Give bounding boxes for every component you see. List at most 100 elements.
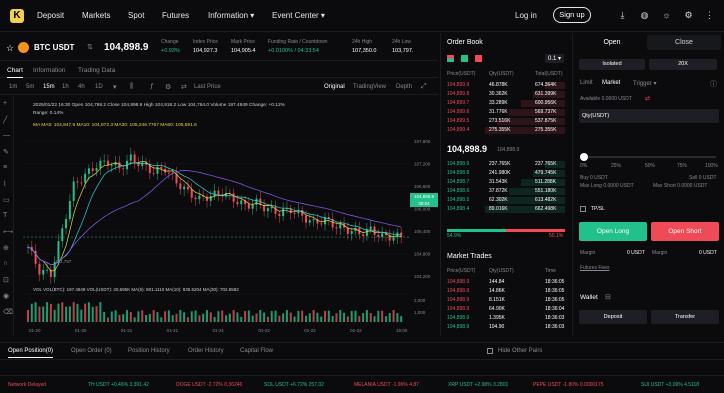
tab-open-position[interactable]: Open Position(0)	[8, 348, 54, 358]
measure-icon[interactable]: ⟷	[3, 228, 13, 236]
nav-deposit[interactable]: Deposit	[37, 11, 64, 20]
eye-icon[interactable]: ◉	[3, 292, 9, 300]
futures-fees-link[interactable]: Futures Fees	[580, 265, 609, 271]
deposit-button[interactable]: Deposit	[579, 310, 647, 324]
pair-name[interactable]: BTC USDT	[34, 43, 74, 52]
signup-button[interactable]: Sign up	[553, 7, 591, 23]
price-chart[interactable]: 2025/01/22 16:30 Open 104,768.2 Close 10…	[15, 96, 438, 336]
zoom-icon[interactable]: ⊕	[3, 244, 9, 252]
interval-1h[interactable]: 1h	[62, 84, 69, 90]
price-type-icon[interactable]: ⇄	[181, 83, 187, 91]
grid-icon[interactable]: ⋮	[704, 10, 715, 21]
tab-information[interactable]: Information	[33, 67, 66, 74]
view-original[interactable]: Original	[324, 84, 345, 90]
nav-event-center[interactable]: Event Center ▾	[272, 11, 325, 20]
fib-icon[interactable]: ≡	[3, 164, 7, 171]
marquee-item[interactable]: SUI USDT +3.09% 4.5118	[641, 382, 699, 388]
qty-slider-handle[interactable]	[580, 153, 588, 161]
tab-open[interactable]: Open	[577, 35, 647, 50]
order-type-market[interactable]: Market	[602, 80, 620, 86]
ask-row[interactable]: 104,899.4 275.355K 275.355K	[447, 127, 565, 134]
login-link[interactable]: Log in	[515, 11, 537, 20]
bid-row[interactable]: 104,898.5 62.302K 613.482K	[447, 197, 565, 204]
info-icon[interactable]: ⓘ	[710, 79, 717, 89]
tab-trading-data[interactable]: Trading Data	[78, 67, 115, 74]
book-bids-icon[interactable]	[461, 55, 468, 62]
margin-mode-button[interactable]: Isolated	[579, 59, 645, 70]
logo-icon[interactable]: K	[10, 9, 24, 23]
transfer-small-icon[interactable]: ⇄	[645, 95, 650, 102]
globe-icon[interactable]: ◍	[639, 10, 650, 21]
indicators-icon[interactable]: ƒ	[150, 83, 154, 90]
open-short-button[interactable]: Open Short	[651, 222, 719, 241]
tab-order-history[interactable]: Order History	[188, 348, 224, 354]
magnet-icon[interactable]: ∩	[3, 260, 8, 267]
chart-canvas[interactable]: 107,800 107,200 106,600 106,000 105,400 104,8…	[15, 96, 438, 336]
settings-icon[interactable]: ⚙	[683, 10, 694, 21]
qty-slider[interactable]	[583, 156, 716, 158]
interval-1m[interactable]: 1m	[9, 84, 17, 90]
interval-15m[interactable]: 15m	[43, 84, 55, 90]
ask-row[interactable]: 104,899.8 30.362K 631.399K	[447, 91, 565, 98]
text-icon[interactable]: T	[3, 212, 7, 219]
marquee-item[interactable]: SOL USDT +6.72% 257.02	[264, 382, 324, 388]
qty-input[interactable]: Qty(USDT)	[579, 109, 719, 123]
bid-row[interactable]: 104,898.8 241.980K 479.745K	[447, 170, 565, 177]
bid-row[interactable]: 104,898.9 237.765K 237.765K	[447, 161, 565, 168]
volume-bar	[68, 306, 71, 322]
precision-select[interactable]: 0.1 ▾	[545, 54, 565, 63]
more-intervals-icon[interactable]: ▾	[113, 83, 117, 91]
marquee-item[interactable]: PEPE USDT -1.80% 0.0000175	[533, 382, 604, 388]
hide-pairs-checkbox[interactable]	[487, 348, 493, 354]
ask-row[interactable]: 104,899.9 46.878K 674.364K	[447, 82, 565, 89]
trash-icon[interactable]: ⌫	[3, 308, 13, 316]
shape-icon[interactable]: ▭	[3, 196, 10, 204]
ask-row[interactable]: 104,899.5 273.516K 537.875K	[447, 118, 565, 125]
pair-dropdown-icon[interactable]: ⇅	[87, 43, 93, 51]
interval-1d[interactable]: 1D	[95, 84, 103, 90]
bid-row[interactable]: 104,898.4 89.016K 662.498K	[447, 206, 565, 213]
view-depth[interactable]: Depth	[396, 84, 412, 90]
pen-icon[interactable]: ✎	[3, 148, 9, 156]
order-type-trigger[interactable]: Trigger ▾	[633, 80, 656, 87]
book-both-icon[interactable]	[447, 55, 454, 62]
tab-position-history[interactable]: Position History	[128, 348, 170, 354]
fullscreen-icon[interactable]: ⤢	[421, 83, 427, 91]
tpsl-checkbox[interactable]	[580, 206, 586, 212]
transfer-button[interactable]: Transfer	[651, 310, 719, 324]
nav-markets[interactable]: Markets	[82, 11, 110, 20]
book-asks-icon[interactable]	[475, 55, 482, 62]
tab-chart[interactable]: Chart	[7, 67, 23, 78]
bid-row[interactable]: 104,898.7 31.543K 511.288K	[447, 179, 565, 186]
last-price-select[interactable]: Last Price	[194, 84, 221, 90]
star-icon[interactable]: ☆	[6, 43, 14, 54]
marquee-item[interactable]: DOGE USDT -2.72% 0.36246	[176, 382, 242, 388]
leverage-button[interactable]: 20X	[649, 59, 717, 70]
ask-row[interactable]: 104,899.7 33.289K 600.956K	[447, 100, 565, 107]
marquee-item[interactable]: XRP USDT +2.98% 3.2801	[448, 382, 508, 388]
lock-icon[interactable]: ⊡	[3, 276, 9, 284]
tab-capital-flow[interactable]: Capital Flow	[240, 348, 273, 354]
trendline-icon[interactable]: ╱	[3, 116, 7, 124]
candle-type-icon[interactable]: ⫼	[130, 83, 133, 91]
nav-futures[interactable]: Futures	[162, 11, 189, 20]
settings-chart-icon[interactable]: ⚙	[165, 83, 171, 91]
nav-information[interactable]: Information ▾	[208, 11, 254, 20]
crosshair-icon[interactable]: +	[3, 100, 7, 107]
view-tradingview[interactable]: TradingView	[353, 84, 386, 90]
tab-open-order[interactable]: Open Order (0)	[71, 348, 112, 354]
marquee-item[interactable]: TH USDT +0.46% 3,391.42	[88, 382, 149, 388]
tab-close[interactable]: Close	[647, 35, 721, 50]
order-type-limit[interactable]: Limit	[580, 80, 593, 86]
marquee-item[interactable]: MELANIA USDT -1.96% 4.87	[354, 382, 419, 388]
pattern-icon[interactable]: ⌇	[3, 180, 6, 188]
interval-5m[interactable]: 5m	[26, 84, 34, 90]
download-icon[interactable]: ⤓	[617, 10, 628, 21]
open-long-button[interactable]: Open Long	[579, 222, 647, 241]
interval-4h[interactable]: 4h	[78, 84, 85, 90]
bid-row[interactable]: 104,898.6 37.872K 551.180K	[447, 188, 565, 195]
nav-spot[interactable]: Spot	[128, 11, 144, 20]
ask-row[interactable]: 104,899.6 31.776K 569.737K	[447, 109, 565, 116]
theme-icon[interactable]: ☼	[661, 10, 672, 21]
horizontal-line-icon[interactable]: —	[3, 132, 10, 139]
